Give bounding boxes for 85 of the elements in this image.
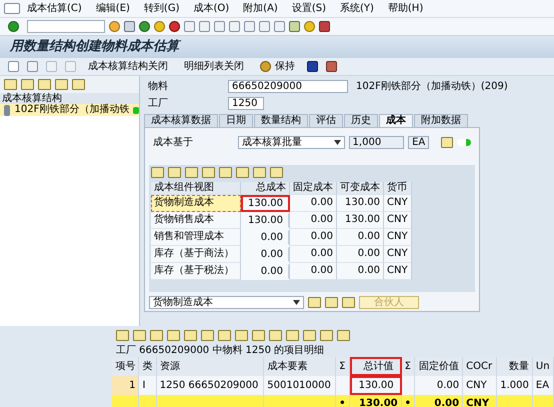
toolbar-button[interactable]: 成本核算结构关闭 bbox=[84, 60, 172, 72]
table-cell: CNY bbox=[384, 263, 412, 280]
table-cell: 0.00 bbox=[241, 246, 290, 263]
tree-header: 成本核算结构 bbox=[0, 93, 139, 104]
caret-icon bbox=[293, 300, 300, 305]
partner-button: 合伙人 bbox=[359, 296, 419, 309]
table-cell: • bbox=[336, 395, 350, 407]
table-cell: I bbox=[139, 376, 157, 395]
tab[interactable]: 数量结构 bbox=[254, 114, 308, 127]
table-cell: CNY bbox=[384, 212, 412, 229]
table-cell[interactable]: 销售和管理成本 bbox=[151, 229, 241, 246]
column-header: 货币 bbox=[384, 182, 412, 195]
menu-item[interactable]: 转到(G) bbox=[136, 2, 186, 14]
dropdown-field[interactable]: 成本核算批量 bbox=[238, 136, 345, 149]
column-header: 总成本 bbox=[241, 182, 290, 195]
menu-item[interactable]: 系统(Y) bbox=[332, 2, 381, 14]
table-cell[interactable]: 货物销售成本 bbox=[151, 212, 241, 229]
table-cell: 0.00 bbox=[241, 263, 290, 280]
table-cell: CNY bbox=[384, 246, 412, 263]
table-cell: 0.00 bbox=[337, 263, 384, 280]
table-cell: EA bbox=[532, 376, 554, 395]
tab[interactable]: 成本核算数据 bbox=[144, 114, 218, 127]
table-cell: 1250 66650209000 bbox=[156, 376, 264, 395]
input-field[interactable]: 66650209000 bbox=[228, 80, 348, 93]
table-cell: 0.00 bbox=[290, 246, 337, 263]
menu-item[interactable]: 成本(O) bbox=[186, 2, 236, 14]
table-cell: 130.00 bbox=[337, 212, 384, 229]
column-header: Σ bbox=[402, 357, 416, 376]
menu-item[interactable]: 设置(S) bbox=[284, 2, 333, 14]
table-cell: CNY bbox=[384, 195, 412, 212]
tab[interactable]: 成本 bbox=[379, 114, 413, 127]
table-cell: 0.00 bbox=[415, 395, 464, 407]
field-label: 工厂 bbox=[148, 98, 169, 110]
table-cell: 130.00 bbox=[350, 376, 402, 395]
dropdown-field[interactable]: 货物制造成本 bbox=[149, 296, 304, 309]
column-header: 可变成本 bbox=[337, 182, 384, 195]
status-light-icon bbox=[456, 139, 472, 146]
table-cell: 0.00 bbox=[290, 212, 337, 229]
table-cell: 1 bbox=[112, 376, 140, 395]
tab[interactable]: 日期 bbox=[219, 114, 253, 127]
table-cell: 0.00 bbox=[290, 229, 337, 246]
column-header: 成本组件视图 bbox=[151, 182, 241, 195]
tree-item[interactable]: 102F刚铁部分（加播动铁 bbox=[0, 104, 139, 116]
menu-item[interactable]: 帮助(H) bbox=[380, 2, 430, 14]
field-label: 成本基于 bbox=[153, 136, 194, 148]
table-cell: 0.00 bbox=[290, 195, 337, 212]
toolbar-button[interactable]: 保持 bbox=[256, 60, 299, 72]
screen-title: 用数量结构创建物料成本估算 bbox=[0, 36, 554, 58]
table-cell: 5001010000 bbox=[264, 376, 336, 395]
table-cell: 130.00 bbox=[350, 395, 402, 407]
table-cell: CNY bbox=[463, 376, 497, 395]
command-field[interactable] bbox=[27, 20, 105, 33]
table-cell[interactable]: 库存（基于税法） bbox=[151, 263, 241, 280]
table-cell: 0.00 bbox=[337, 246, 384, 263]
tab[interactable]: 评估 bbox=[309, 114, 343, 127]
status-light-icon bbox=[133, 106, 139, 114]
tab[interactable]: 附加数据 bbox=[414, 114, 468, 127]
column-header: 数量 bbox=[496, 357, 533, 376]
table-cell[interactable]: 货物制造成本 bbox=[151, 195, 241, 212]
toolbar-button[interactable]: 明细列表关闭 bbox=[180, 60, 248, 72]
menu-item[interactable]: 附加(A) bbox=[236, 2, 285, 14]
table-cell: 0.00 bbox=[290, 263, 337, 280]
field-label: 物料 bbox=[148, 80, 169, 92]
column-header: 总计值 bbox=[350, 357, 402, 376]
table-cell: 1.000 bbox=[496, 376, 533, 395]
tab[interactable]: 历史 bbox=[344, 114, 378, 127]
table-cell: CNY bbox=[384, 229, 412, 246]
unit-field[interactable]: EA bbox=[408, 136, 430, 149]
menu-item[interactable]: 编辑(E) bbox=[88, 2, 137, 14]
table-cell: 0.00 bbox=[337, 229, 384, 246]
table-cell: 0.00 bbox=[241, 229, 290, 246]
table-cell[interactable]: 库存（基于商法） bbox=[151, 246, 241, 263]
caret-icon bbox=[334, 140, 341, 145]
field-description: 102F刚铁部分（加播动铁）(209) bbox=[356, 80, 508, 92]
column-header: 固定成本 bbox=[290, 182, 337, 195]
table-cell: CNY bbox=[463, 395, 497, 407]
quantity-field[interactable]: 1,000 bbox=[348, 136, 404, 149]
menu-item[interactable]: 成本估算(C) bbox=[20, 2, 89, 14]
table-cell: 0.00 bbox=[415, 376, 464, 395]
input-field[interactable]: 1250 bbox=[228, 97, 264, 110]
table-cell: 130.00 bbox=[337, 195, 384, 212]
table-cell: • bbox=[402, 395, 416, 407]
table-cell: 130.00 bbox=[241, 212, 290, 229]
table-cell: 130.00 bbox=[241, 195, 290, 212]
list-caption: 工厂 66650209000 中物料 1250 的项目明细 bbox=[115, 345, 326, 357]
